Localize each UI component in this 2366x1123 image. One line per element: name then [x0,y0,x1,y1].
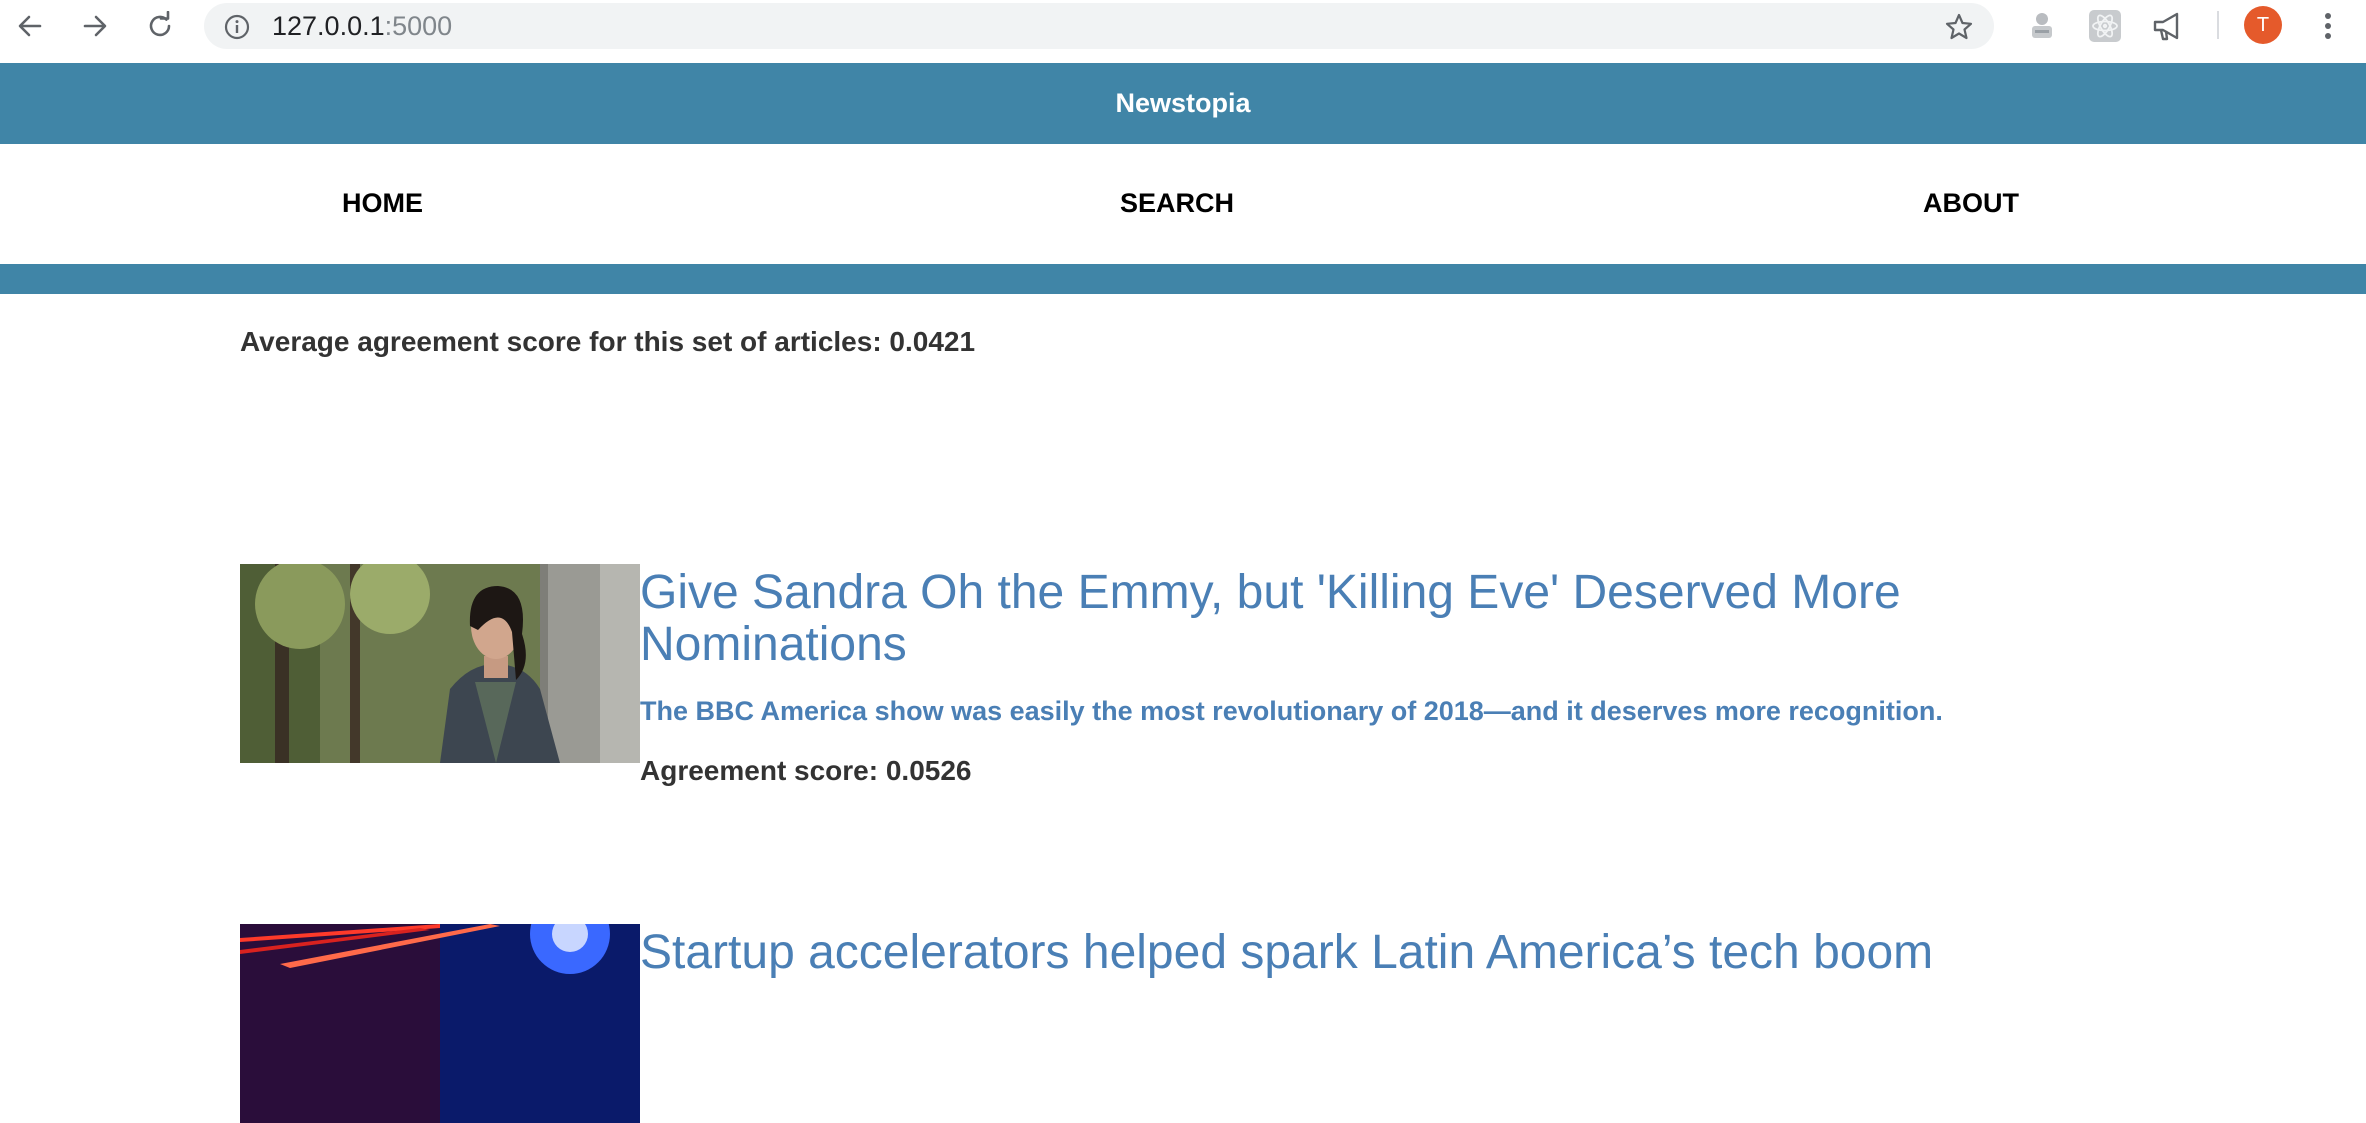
nav-home-link[interactable]: HOME [342,188,423,218]
article-title-link[interactable]: Startup accelerators helped spark Latin … [640,924,2060,979]
megaphone-icon[interactable] [2151,9,2185,43]
url-text[interactable]: 127.0.0.1:5000 [272,11,453,41]
article-thumbnail[interactable] [240,564,640,763]
nav-search-link[interactable]: SEARCH [1120,188,1234,218]
article-text: Startup accelerators helped spark Latin … [640,924,2060,979]
toolbar-divider [2217,11,2219,39]
url-port: :5000 [384,11,453,41]
article-subtitle: The BBC America show was easily the most… [640,696,1943,726]
site-navigation: HOME SEARCH ABOUT [0,144,2366,264]
reload-icon [149,11,171,37]
site-title: Newstopia [0,63,2366,144]
back-arrow-icon [18,15,42,37]
forward-arrow-icon [83,15,107,37]
profile-avatar[interactable]: T [2244,6,2282,44]
bookmark-star-icon[interactable] [1944,12,1974,42]
article-text: Give Sandra Oh the Emmy, but 'Killing Ev… [640,564,2060,787]
address-bar[interactable]: 127.0.0.1:5000 [204,3,1994,49]
browser-menu-icon[interactable] [2316,8,2340,44]
woman-in-dark-jacket-photo-icon [240,564,640,763]
back-button[interactable] [12,8,48,44]
browser-toolbar: 127.0.0.1:5000 T [0,0,2366,51]
extension-person-icon[interactable] [2025,9,2059,43]
url-host: 127.0.0.1 [272,11,385,41]
site-info-icon[interactable] [224,14,250,40]
article-title-link[interactable]: Give Sandra Oh the Emmy, but 'Killing Ev… [640,564,2060,671]
extension-react-icon[interactable] [2088,9,2122,43]
forward-button[interactable] [77,8,113,44]
header-divider-stripe [0,264,2366,294]
article-agreement-score: Agreement score: 0.0526 [640,755,972,786]
reload-button[interactable] [142,8,178,44]
average-agreement-score: Average agreement score for this set of … [240,326,976,357]
nav-about-link[interactable]: ABOUT [1923,188,2019,218]
